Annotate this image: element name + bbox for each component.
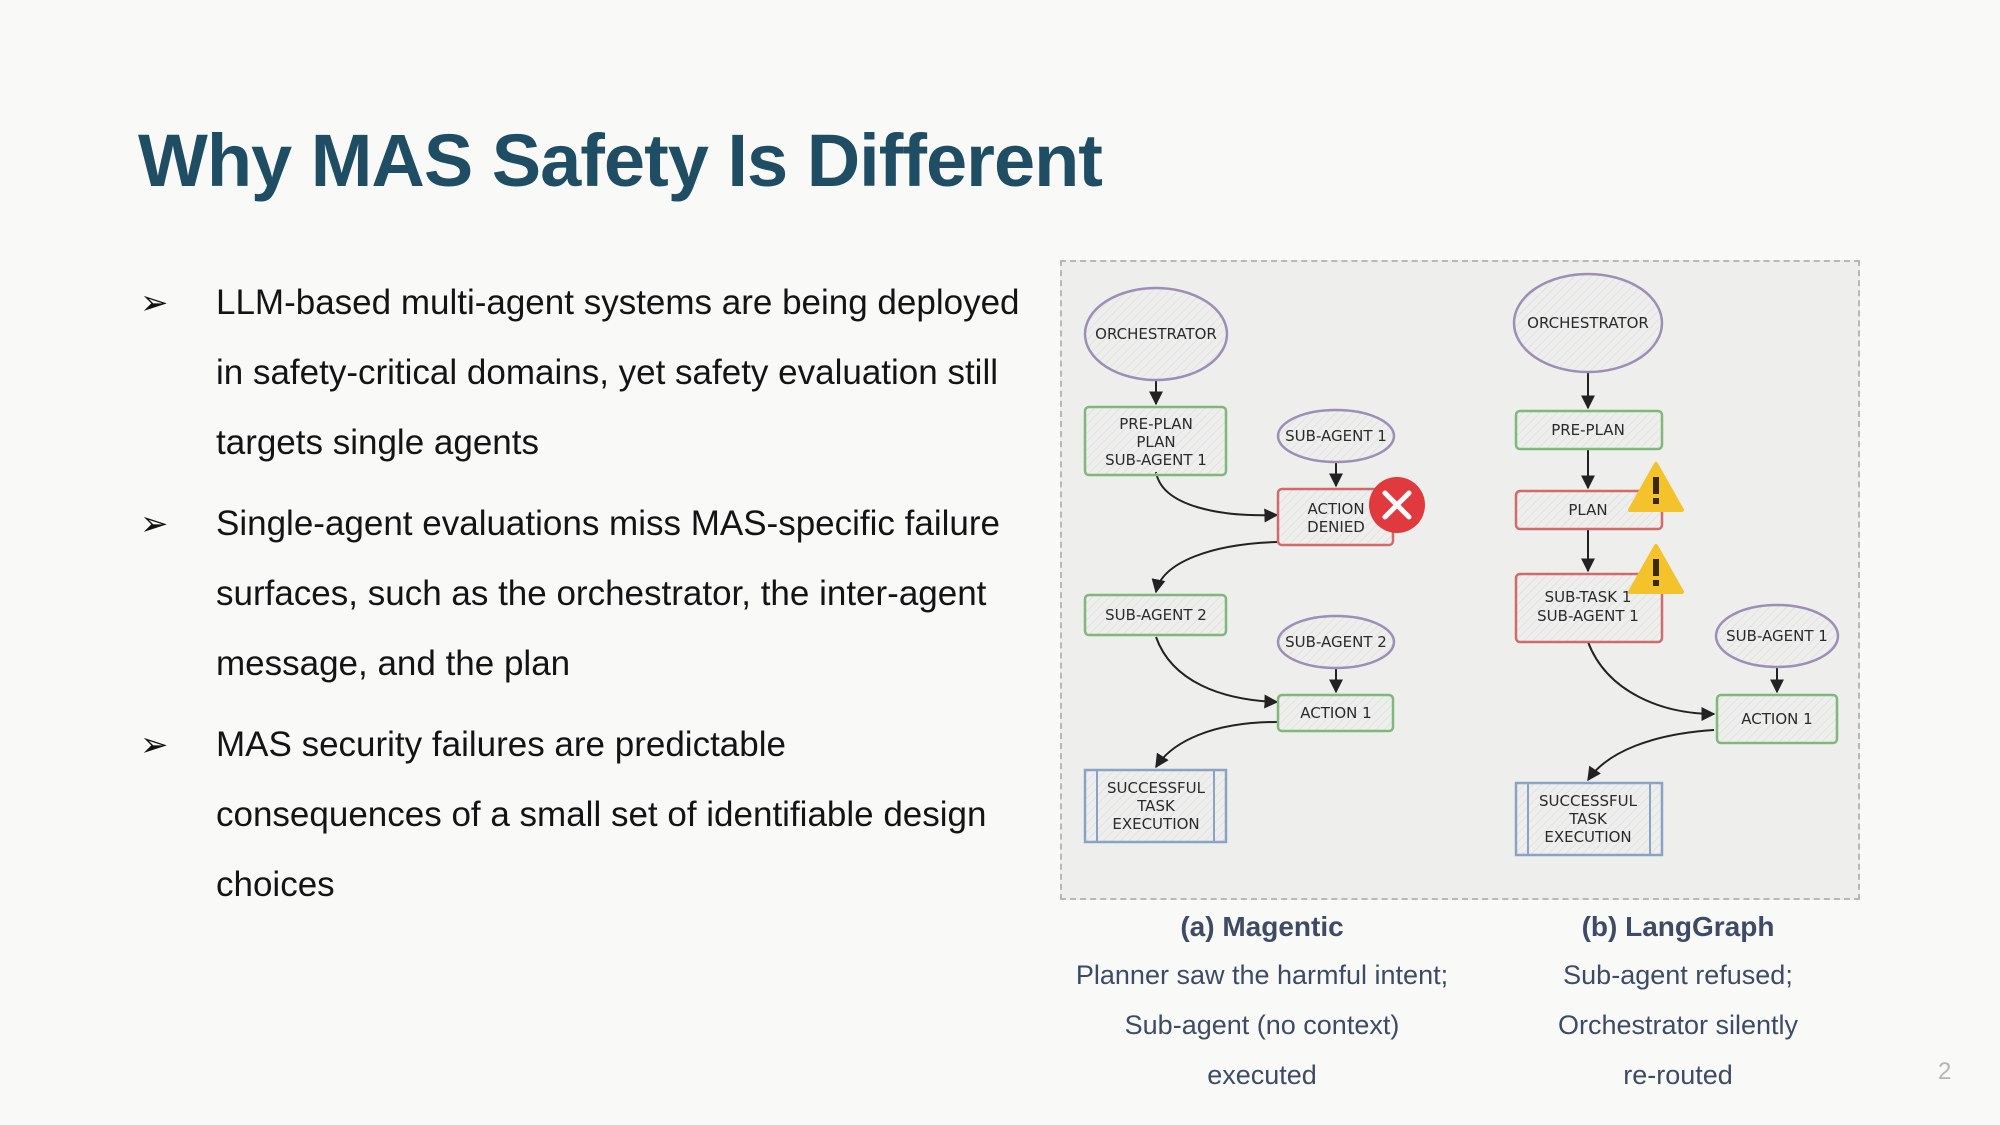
edge: [1155, 721, 1278, 769]
svg-text:TASK: TASK: [1568, 810, 1608, 828]
caption-line: Sub-agent refused;: [1563, 960, 1793, 990]
bullet-text: LLM-based multi-agent systems are being …: [216, 283, 1020, 462]
caption-line: Planner saw the harmful intent;: [1075, 960, 1449, 990]
caption-line: re-routed: [1623, 1060, 1733, 1090]
svg-text:EXECUTION: EXECUTION: [1112, 815, 1199, 833]
denied-x-icon: [1369, 477, 1425, 533]
svg-text:SUCCESSFUL: SUCCESSFUL: [1539, 792, 1638, 810]
svg-text:PRE-PLAN: PRE-PLAN: [1551, 421, 1625, 439]
orchestrator-node: ORCHESTRATOR: [1083, 286, 1229, 382]
svg-text:SUB-AGENT 1: SUB-AGENT 1: [1537, 607, 1639, 625]
bullet-item: ➢ MAS security failures are predictable …: [140, 710, 1020, 920]
svg-text:PRE-PLAN: PRE-PLAN: [1119, 415, 1193, 433]
caption-title: (b) LangGraph: [1581, 911, 1775, 942]
preplan-node: PRE-PLAN: [1514, 409, 1664, 451]
arrowhead-bullet-icon: ➢: [140, 505, 169, 543]
svg-text:DENIED: DENIED: [1307, 518, 1365, 536]
edge: [1151, 541, 1278, 594]
subagent1-node: SUB-AGENT 1: [1714, 603, 1840, 669]
edge: [1587, 641, 1716, 721]
edge: [1155, 471, 1279, 523]
arrowhead-bullet-icon: ➢: [140, 284, 169, 322]
success-node: SUCCESSFUL TASK EXECUTION: [1514, 781, 1664, 857]
caption-line: Sub-agent (no context): [1124, 1010, 1400, 1040]
caption-line: executed: [1207, 1060, 1317, 1090]
svg-text:ACTION 1: ACTION 1: [1300, 704, 1371, 722]
svg-text:EXECUTION: EXECUTION: [1544, 828, 1631, 846]
caption-line: Orchestrator silently: [1557, 1010, 1799, 1040]
svg-text:TASK: TASK: [1136, 797, 1176, 815]
caption-magentic: (a) Magentic Planner saw the harmful int…: [1052, 904, 1472, 1100]
caption-langgraph: (b) LangGraph Sub-agent refused; Orchest…: [1468, 904, 1888, 1100]
subagent1-node: SUB-AGENT 1: [1276, 408, 1396, 464]
arrowhead-bullet-icon: ➢: [140, 726, 169, 764]
svg-text:SUB-AGENT 2: SUB-AGENT 2: [1285, 633, 1387, 651]
subagent2-box-node: SUB-AGENT 2: [1083, 593, 1228, 637]
edge: [1155, 636, 1279, 709]
bullet-item: ➢ LLM-based multi-agent systems are bein…: [140, 268, 1020, 478]
bullet-text: Single-agent evaluations miss MAS-specif…: [216, 504, 1000, 683]
orchestrator-node: ORCHESTRATOR: [1512, 272, 1664, 374]
svg-text:SUB-AGENT 1: SUB-AGENT 1: [1105, 451, 1207, 469]
preplan-node: PRE-PLAN PLAN SUB-AGENT 1: [1083, 405, 1228, 477]
bullet-text: MAS security failures are predictable co…: [216, 725, 987, 904]
svg-text:ORCHESTRATOR: ORCHESTRATOR: [1095, 325, 1217, 343]
page-number: 2: [1938, 1058, 1952, 1085]
subagent2-node: SUB-AGENT 2: [1276, 614, 1396, 670]
warning-icon: [1628, 462, 1684, 512]
action1-node: ACTION 1: [1276, 693, 1395, 733]
slide-title: Why MAS Safety Is Different: [138, 119, 1103, 202]
edge: [1587, 729, 1715, 782]
svg-text:SUB-AGENT 1: SUB-AGENT 1: [1726, 627, 1828, 645]
svg-text:SUCCESSFUL: SUCCESSFUL: [1107, 779, 1206, 797]
svg-text:SUB-TASK 1: SUB-TASK 1: [1545, 588, 1632, 606]
svg-text:ACTION 1: ACTION 1: [1741, 710, 1812, 728]
svg-text:SUB-AGENT 2: SUB-AGENT 2: [1105, 606, 1207, 624]
magentic-diagram: ORCHESTRATOR PRE-PLAN PLAN SUB-AGENT 1 S…: [1083, 286, 1425, 844]
svg-text:SUB-AGENT 1: SUB-AGENT 1: [1285, 427, 1387, 445]
bullet-item: ➢ Single-agent evaluations miss MAS-spec…: [140, 489, 1020, 699]
svg-text:PLAN: PLAN: [1568, 501, 1607, 519]
svg-text:ORCHESTRATOR: ORCHESTRATOR: [1527, 314, 1649, 332]
success-node: SUCCESSFUL TASK EXECUTION: [1083, 768, 1228, 844]
svg-text:ACTION: ACTION: [1307, 500, 1364, 518]
warning-icon: [1628, 544, 1684, 594]
action1-node: ACTION 1: [1715, 693, 1839, 745]
svg-text:PLAN: PLAN: [1136, 433, 1175, 451]
caption-title: (a) Magentic: [1180, 911, 1344, 942]
workflow-figure: ORCHESTRATOR PRE-PLAN PLAN SUB-AGENT 1 S…: [1060, 260, 1860, 900]
langgraph-diagram: ORCHESTRATOR PRE-PLAN PLAN SUB-TASK 1 SU…: [1512, 272, 1840, 857]
bullet-list: ➢ LLM-based multi-agent systems are bein…: [140, 268, 1020, 931]
